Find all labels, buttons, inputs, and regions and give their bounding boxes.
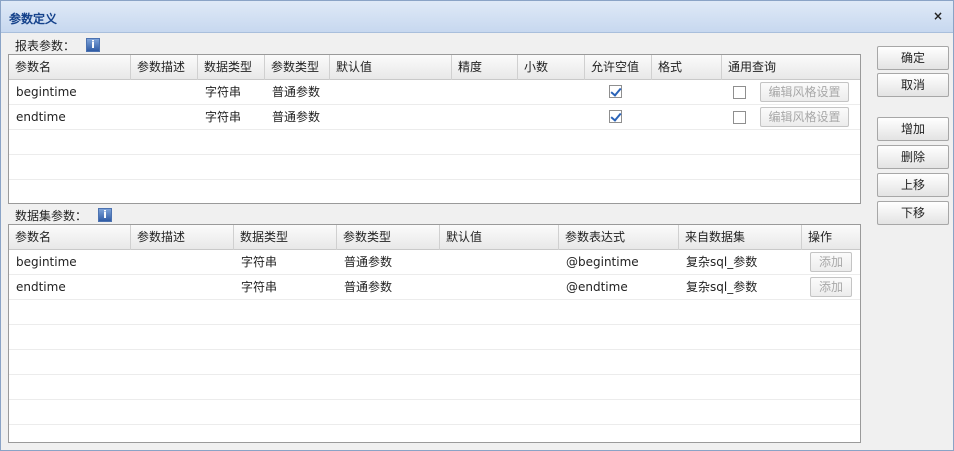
col-header-param-name[interactable]: 参数名 [9,225,131,250]
dataset-params-header: 参数名 参数描述 数据类型 参数类型 默认值 参数表达式 来自数据集 操作 [9,225,860,250]
dataset-params-label: 数据集参数： [15,209,88,223]
col-header-nullable[interactable]: 允许空值 [585,55,652,80]
cell-expression: @endtime [566,280,628,294]
col-header-param-name[interactable]: 参数名 [9,55,131,80]
table-row[interactable]: begintime 字符串 普通参数 @begintime 复杂sql_参数 添… [9,250,860,275]
cell-data-type: 字符串 [205,110,242,124]
table-row[interactable]: endtime 字符串 普通参数 编辑风格设置 [9,105,860,130]
col-header-param-desc[interactable]: 参数描述 [131,55,198,80]
report-params-header: 参数名 参数描述 数据类型 参数类型 默认值 精度 小数 允许空值 格式 通用查… [9,55,860,80]
table-row[interactable]: begintime 字符串 普通参数 编辑风格设置 [9,80,860,105]
col-header-dataset[interactable]: 来自数据集 [679,225,802,250]
col-header-param-type[interactable]: 参数类型 [265,55,330,80]
general-query-checkbox[interactable] [733,111,746,124]
dialog-titlebar: 参数定义 × [1,1,953,33]
cell-param-name: begintime [16,85,77,99]
add-action-button[interactable]: 添加 [810,277,852,297]
cell-param-name: begintime [16,255,77,269]
cell-param-type: 普通参数 [344,280,393,294]
col-header-default[interactable]: 默认值 [440,225,559,250]
col-header-format[interactable]: 格式 [652,55,722,80]
dataset-params-grid: 参数名 参数描述 数据类型 参数类型 默认值 参数表达式 来自数据集 操作 be… [8,224,861,443]
close-icon[interactable]: × [931,9,945,23]
report-params-info-icon[interactable]: i [86,38,100,52]
cell-param-type: 普通参数 [272,110,321,124]
empty-row [9,300,860,325]
empty-row [9,130,860,155]
dialog-title: 参数定义 [9,12,58,26]
parameter-definition-dialog: 参数定义 × 报表参数： i 参数名 参数描述 数据类型 参数类型 默认值 精度… [0,0,954,451]
col-header-expression[interactable]: 参数表达式 [559,225,679,250]
add-action-button[interactable]: 添加 [810,252,852,272]
cancel-button[interactable]: 取消 [877,73,949,97]
move-down-button[interactable]: 下移 [877,201,949,225]
cell-dataset: 复杂sql_参数 [686,255,758,269]
empty-row [9,155,860,180]
cell-data-type: 字符串 [241,255,278,269]
empty-row [9,375,860,400]
col-header-data-type[interactable]: 数据类型 [198,55,265,80]
col-header-general-query[interactable]: 通用查询 [722,55,860,80]
col-header-action[interactable]: 操作 [802,225,860,250]
nullable-checkbox[interactable] [609,110,622,123]
nullable-checkbox[interactable] [609,85,622,98]
report-params-grid: 参数名 参数描述 数据类型 参数类型 默认值 精度 小数 允许空值 格式 通用查… [8,54,861,204]
empty-row [9,400,860,425]
col-header-decimal[interactable]: 小数 [518,55,585,80]
edit-style-button[interactable]: 编辑风格设置 [760,82,849,102]
cell-data-type: 字符串 [205,85,242,99]
dataset-params-info-icon[interactable]: i [98,208,112,222]
col-header-param-desc[interactable]: 参数描述 [131,225,234,250]
cell-param-name: endtime [16,110,66,124]
cell-expression: @begintime [566,255,639,269]
cell-dataset: 复杂sql_参数 [686,280,758,294]
col-header-param-type[interactable]: 参数类型 [337,225,440,250]
edit-style-button[interactable]: 编辑风格设置 [760,107,849,127]
add-button[interactable]: 增加 [877,117,949,141]
delete-button[interactable]: 删除 [877,145,949,169]
cell-data-type: 字符串 [241,280,278,294]
report-params-label: 报表参数： [15,39,76,53]
empty-row [9,350,860,375]
ok-button[interactable]: 确定 [877,46,949,70]
cell-param-type: 普通参数 [272,85,321,99]
col-header-default[interactable]: 默认值 [330,55,452,80]
col-header-precision[interactable]: 精度 [452,55,518,80]
general-query-checkbox[interactable] [733,86,746,99]
cell-param-name: endtime [16,280,66,294]
move-up-button[interactable]: 上移 [877,173,949,197]
table-row[interactable]: endtime 字符串 普通参数 @endtime 复杂sql_参数 添加 [9,275,860,300]
col-header-data-type[interactable]: 数据类型 [234,225,337,250]
cell-param-type: 普通参数 [344,255,393,269]
empty-row [9,325,860,350]
